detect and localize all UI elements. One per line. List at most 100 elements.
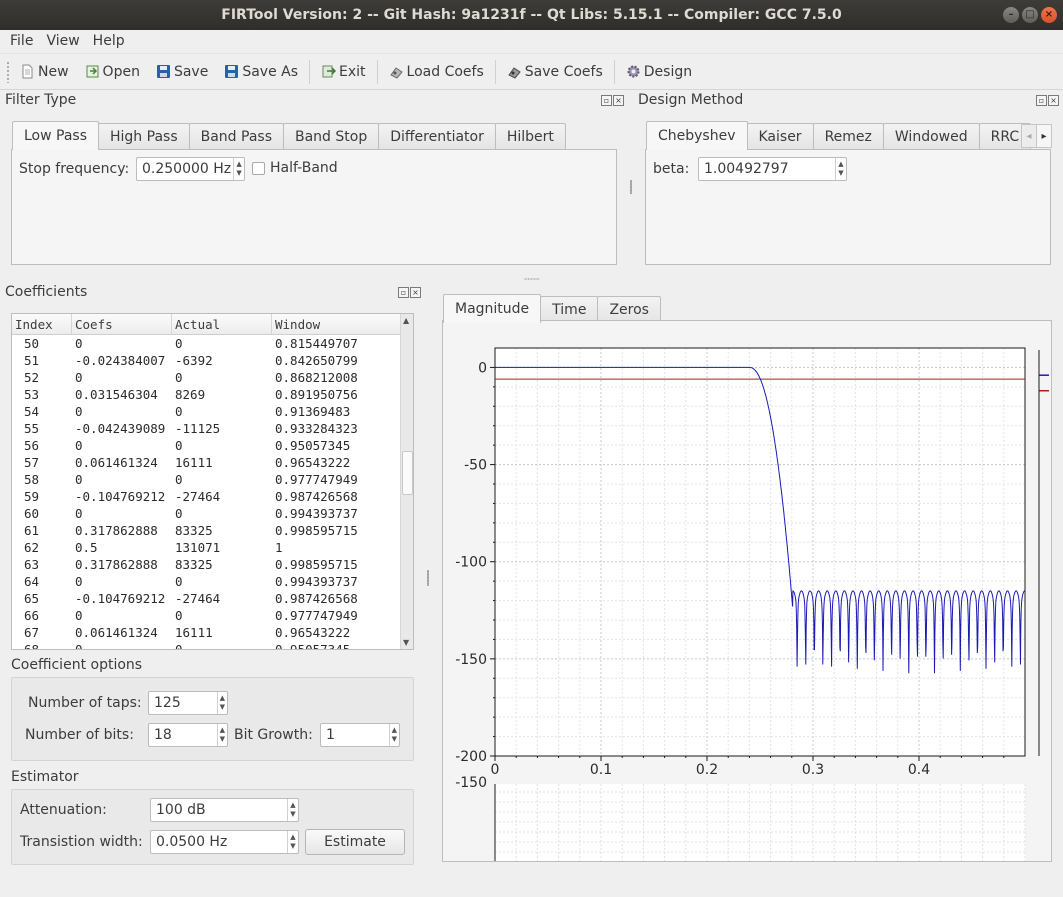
table-row[interactable]: 66 0 0 0.977747949 bbox=[12, 607, 413, 624]
table-row[interactable]: 62 0.5 131071 1 bbox=[12, 539, 413, 556]
menu-file[interactable]: File bbox=[0, 33, 43, 49]
cell-actual: -6392 bbox=[175, 353, 213, 368]
tab-kaiser[interactable]: Kaiser bbox=[746, 123, 814, 150]
cell-index: 62 bbox=[24, 540, 40, 555]
table-row[interactable]: 55 -0.042439089 -11125 0.933284323 bbox=[12, 420, 413, 437]
close-icon[interactable]: × bbox=[613, 95, 624, 106]
maximize-icon[interactable]: □ bbox=[1022, 7, 1038, 23]
table-row[interactable]: 60 0 0 0.994393737 bbox=[12, 505, 413, 522]
stop-frequency-spinbox[interactable]: ▲▼ bbox=[136, 157, 245, 181]
save-coefs-button[interactable]: Save Coefs bbox=[499, 57, 611, 87]
taps-input[interactable] bbox=[149, 693, 217, 713]
design-method-dock-buttons: ▫ × bbox=[1036, 95, 1059, 106]
spin-arrows[interactable]: ▲ ▼ bbox=[388, 724, 399, 746]
float-icon[interactable]: ▫ bbox=[398, 287, 409, 298]
table-row[interactable]: 68 0 0 0.95057345 bbox=[12, 641, 413, 649]
splitter-handle[interactable] bbox=[524, 278, 540, 280]
close-icon[interactable]: × bbox=[410, 287, 421, 298]
spin-arrows[interactable]: ▲ ▼ bbox=[233, 158, 244, 180]
close-icon[interactable]: × bbox=[1041, 7, 1057, 23]
spin-arrows[interactable]: ▲ ▼ bbox=[216, 724, 227, 746]
table-row[interactable]: 57 0.061461324 16111 0.96543222 bbox=[12, 454, 413, 471]
tab-scroll-left-icon[interactable]: ◂ bbox=[1021, 124, 1037, 148]
tab-high-pass[interactable]: High Pass bbox=[98, 123, 190, 150]
bits-input[interactable] bbox=[149, 725, 217, 745]
estimator-title: Estimator bbox=[11, 769, 79, 785]
splitter-handle[interactable] bbox=[630, 180, 632, 194]
spin-arrows[interactable]: ▲ ▼ bbox=[216, 692, 227, 714]
scroll-down-icon[interactable]: ▼ bbox=[403, 638, 409, 647]
float-icon[interactable]: ▫ bbox=[601, 95, 612, 106]
new-button[interactable]: New bbox=[16, 57, 77, 87]
table-row[interactable]: 64 0 0 0.994393737 bbox=[12, 573, 413, 590]
column-coefs[interactable]: Coefs bbox=[72, 314, 172, 334]
scrollbar-thumb[interactable] bbox=[402, 451, 413, 495]
menubar: File View Help bbox=[0, 30, 1063, 52]
save-button[interactable]: Save bbox=[148, 57, 216, 87]
menu-help[interactable]: Help bbox=[90, 33, 135, 49]
bits-spinbox[interactable]: ▲▼ bbox=[148, 723, 228, 747]
spin-arrows[interactable]: ▲ ▼ bbox=[286, 831, 298, 853]
attenuation-spinbox[interactable]: ▲▼ bbox=[150, 798, 299, 822]
tab-chebyshev[interactable]: Chebyshev bbox=[646, 121, 748, 150]
tab-remez[interactable]: Remez bbox=[812, 123, 884, 150]
bit-growth-input[interactable] bbox=[321, 725, 389, 745]
tab-band-pass[interactable]: Band Pass bbox=[188, 123, 284, 150]
table-row[interactable]: 61 0.317862888 83325 0.998595715 bbox=[12, 522, 413, 539]
plot-tabbar: Magnitude Time Zeros bbox=[443, 294, 661, 323]
spin-arrows[interactable]: ▲ ▼ bbox=[834, 158, 846, 180]
tab-time[interactable]: Time bbox=[540, 296, 599, 323]
cell-coef: -0.104769212 bbox=[75, 489, 166, 504]
coefficients-table[interactable]: Index Coefs Actual Window 50 0 0 0.81544970… bbox=[11, 313, 414, 650]
attenuation-input[interactable] bbox=[151, 800, 287, 820]
tab-magnitude[interactable]: Magnitude bbox=[443, 294, 542, 323]
column-index[interactable]: Index bbox=[12, 314, 72, 334]
tab-differentiator[interactable]: Differentiator bbox=[378, 123, 496, 150]
splitter-handle[interactable] bbox=[427, 570, 429, 586]
estimate-button[interactable]: Estimate bbox=[305, 829, 405, 855]
beta-input[interactable] bbox=[699, 159, 835, 179]
open-button[interactable]: Open bbox=[77, 57, 148, 87]
table-row[interactable]: 59 -0.104769212 -27464 0.987426568 bbox=[12, 488, 413, 505]
table-row[interactable]: 52 0 0 0.868212008 bbox=[12, 369, 413, 386]
tab-hilbert[interactable]: Hilbert bbox=[494, 123, 566, 150]
transition-width-input[interactable] bbox=[151, 832, 287, 852]
cell-window: 0.91369483 bbox=[275, 404, 351, 419]
spin-arrows[interactable]: ▲ ▼ bbox=[286, 799, 298, 821]
magnitude-plot[interactable]: 0-50-100-150-2000 0.1 0.2 0.3 0.4-150 bbox=[443, 321, 1051, 863]
table-row[interactable]: 65 -0.104769212 -27464 0.987426568 bbox=[12, 590, 413, 607]
transition-width-spinbox[interactable]: ▲▼ bbox=[150, 830, 299, 854]
table-row[interactable]: 56 0 0 0.95057345 bbox=[12, 437, 413, 454]
table-row[interactable]: 54 0 0 0.91369483 bbox=[12, 403, 413, 420]
tab-windowed[interactable]: Windowed bbox=[882, 123, 980, 150]
toolbar-grip[interactable] bbox=[6, 60, 10, 83]
tab-scroll-right-icon[interactable]: ▸ bbox=[1036, 124, 1052, 148]
column-actual[interactable]: Actual bbox=[172, 314, 272, 334]
menu-view[interactable]: View bbox=[43, 33, 89, 49]
bit-growth-spinbox[interactable]: ▲▼ bbox=[320, 723, 400, 747]
table-row[interactable]: 50 0 0 0.815449707 bbox=[12, 335, 413, 352]
tab-low-pass[interactable]: Low Pass bbox=[12, 121, 99, 150]
table-scrollbar[interactable]: ▲ ▼ bbox=[400, 314, 413, 649]
float-icon[interactable]: ▫ bbox=[1036, 95, 1047, 106]
cell-coef: 0.061461324 bbox=[75, 625, 158, 640]
save-as-button[interactable]: Save As bbox=[216, 57, 306, 87]
minimize-icon[interactable]: – bbox=[1003, 7, 1019, 23]
exit-button[interactable]: Exit bbox=[313, 57, 374, 87]
tab-zeros[interactable]: Zeros bbox=[597, 296, 661, 323]
table-row[interactable]: 53 0.031546304 8269 0.891950756 bbox=[12, 386, 413, 403]
table-row[interactable]: 63 0.317862888 83325 0.998595715 bbox=[12, 556, 413, 573]
column-window[interactable]: Window bbox=[272, 314, 400, 334]
stop-frequency-input[interactable] bbox=[137, 159, 234, 179]
design-button[interactable]: Design bbox=[618, 57, 700, 87]
taps-spinbox[interactable]: ▲▼ bbox=[148, 691, 228, 715]
tab-band-stop[interactable]: Band Stop bbox=[282, 123, 380, 150]
table-row[interactable]: 67 0.061461324 16111 0.96543222 bbox=[12, 624, 413, 641]
table-row[interactable]: 58 0 0 0.977747949 bbox=[12, 471, 413, 488]
load-coefs-button[interactable]: Load Coefs bbox=[381, 57, 492, 87]
scroll-up-icon[interactable]: ▲ bbox=[403, 316, 409, 325]
beta-spinbox[interactable]: ▲▼ bbox=[698, 157, 847, 181]
close-icon[interactable]: × bbox=[1048, 95, 1059, 106]
table-row[interactable]: 51 -0.024384007 -6392 0.842650799 bbox=[12, 352, 413, 369]
half-band-checkbox[interactable] bbox=[252, 162, 265, 175]
